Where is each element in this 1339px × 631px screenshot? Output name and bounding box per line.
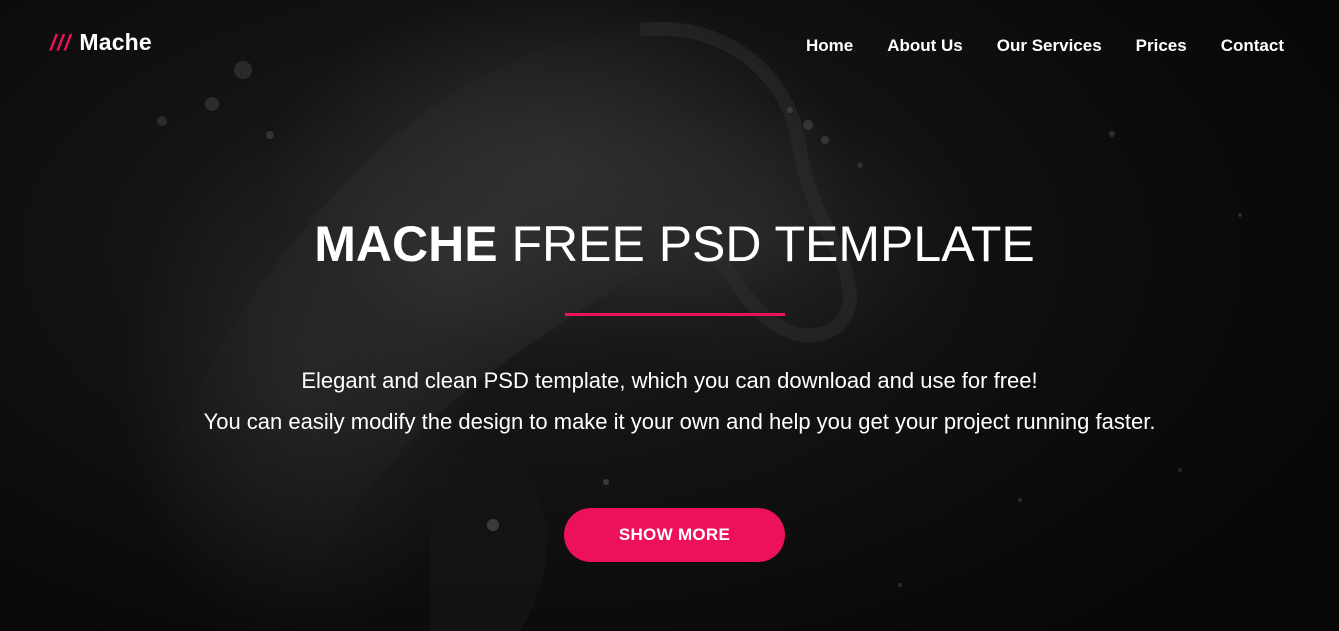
nav-item-our-services[interactable]: Our Services [997,36,1102,56]
logo-slashes: /// [50,30,72,55]
nav-item-contact[interactable]: Contact [1221,36,1284,56]
show-more-button[interactable]: SHOW MORE [564,508,785,562]
top-navbar: /// Mache Home About Us Our Services Pri… [0,0,1339,90]
hero-title-rest: FREE PSD TEMPLATE [497,216,1035,272]
nav-item-about-us[interactable]: About Us [887,36,963,56]
site-logo[interactable]: /// Mache [50,29,152,56]
title-divider [565,313,785,316]
hero-description-line1: Elegant and clean PSD template, which yo… [301,368,1038,393]
hero-title-brand: MACHE [314,216,498,272]
logo-text: Mache [79,29,152,55]
nav-menu: Home About Us Our Services Prices Contac… [772,36,1284,56]
hero-description-line2: You can easily modify the design to make… [203,409,1156,434]
nav-item-prices[interactable]: Prices [1136,36,1187,56]
hero-section: /// Mache Home About Us Our Services Pri… [0,0,1339,631]
hero-title: MACHE FREE PSD TEMPLATE [5,212,1339,276]
nav-item-home[interactable]: Home [806,36,853,56]
